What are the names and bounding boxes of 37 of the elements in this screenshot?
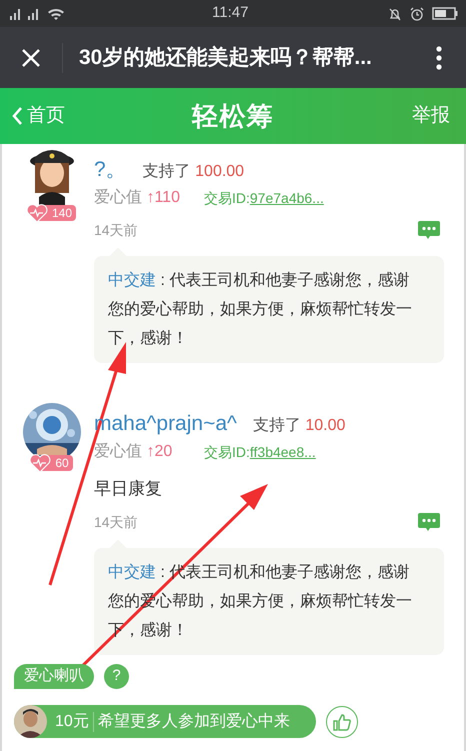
transaction-id: 交易ID: [204, 442, 250, 462]
ticker-message: 希望更多人参加到爱心中来 [98, 712, 290, 732]
back-chevron-icon [12, 106, 23, 126]
close-icon [21, 48, 41, 68]
love-value: 爱心值 ↑20 [94, 442, 174, 462]
thumbs-up-icon [333, 712, 351, 730]
reply-button[interactable] [418, 512, 440, 532]
love-value: 爱心值 ↑110 [94, 188, 181, 208]
app-title: 轻松筹 [192, 100, 274, 132]
comment-text: 早日康复 [94, 478, 163, 500]
support-amount: 支持了 10.00 [252, 416, 346, 436]
reply-text: 中交建 : 代表王司机和他妻子感谢您，感谢您的爱心帮助，如果方便，麻烦帮忙转发一下，感谢！ [108, 270, 413, 349]
back-link[interactable]: 首页 [12, 102, 65, 130]
transaction-link[interactable]: 97e7a4b6... [250, 188, 324, 208]
more-button[interactable] [436, 46, 442, 70]
badge-count: 60 [55, 455, 69, 472]
reply-button[interactable] [418, 221, 440, 240]
comment-time: 14天前 [94, 512, 138, 532]
chat-bubble-icon [418, 221, 440, 240]
like-button[interactable] [326, 706, 358, 738]
more-icon [436, 46, 442, 70]
donor-name[interactable]: ?。 [94, 157, 127, 183]
bell-icon [388, 6, 402, 20]
clock-time: 11:47 [212, 3, 248, 24]
alarm-icon [410, 6, 424, 20]
help-button[interactable]: ? [104, 664, 129, 689]
badge-count: 140 [52, 205, 72, 222]
ticker-amount: 10元 [55, 712, 89, 732]
battery-icon [432, 7, 458, 20]
support-amount: 支持了 100.00 [142, 162, 244, 182]
transaction-id: 交易ID: [204, 188, 250, 208]
chat-bubble-icon [418, 512, 440, 532]
comment-time: 14天前 [94, 221, 138, 240]
window-title: 30岁的她还能美起来吗？帮帮... [79, 44, 372, 71]
transaction-link[interactable]: ff3b4ee8... [250, 442, 316, 462]
report-link[interactable]: 举报 [412, 102, 450, 130]
love-speaker-button[interactable]: 爱心喇叭 [14, 664, 94, 689]
